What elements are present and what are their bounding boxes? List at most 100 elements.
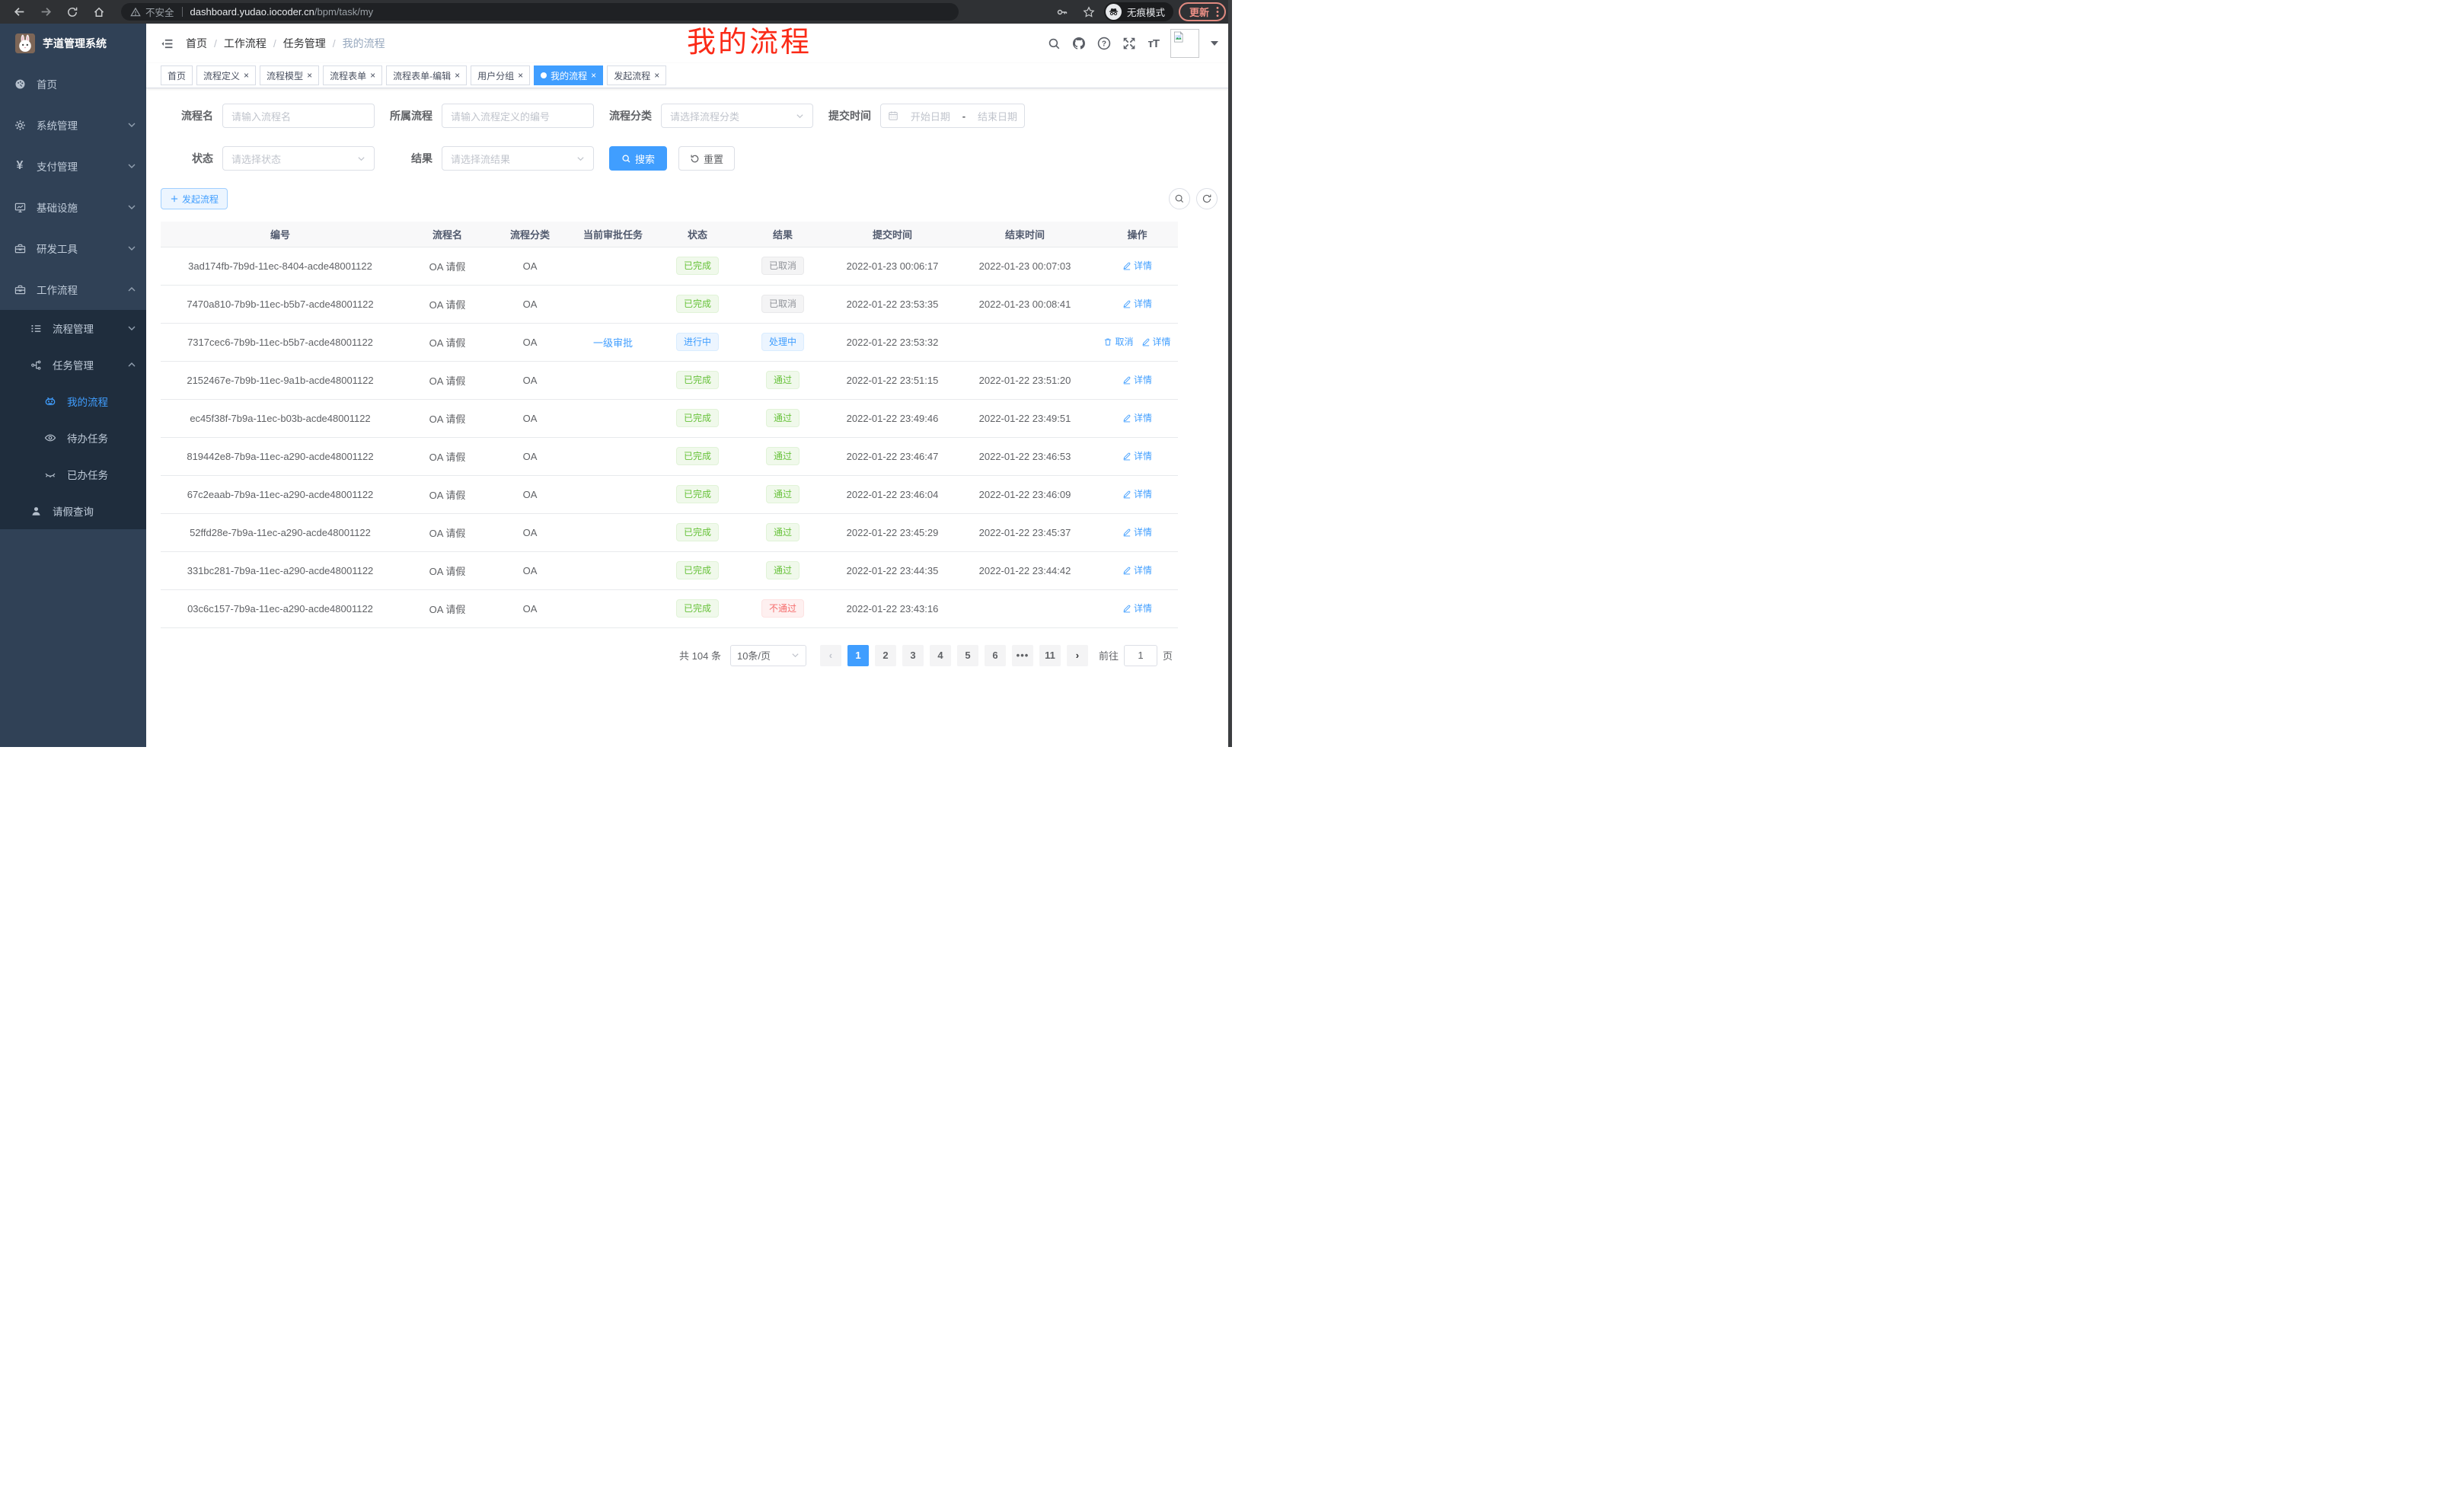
detail-action[interactable]: 详情 [1122, 525, 1152, 538]
cancel-action[interactable]: 取消 [1103, 335, 1133, 348]
avatar-caret-icon[interactable] [1211, 41, 1218, 46]
browser-update-button[interactable]: 更新 [1179, 2, 1226, 21]
task-link[interactable]: 一级审批 [593, 337, 633, 349]
status-filter-select[interactable]: 请选择状态 [222, 146, 375, 171]
sidebar-item-流程管理[interactable]: 流程管理 [0, 310, 146, 346]
name-filter-input[interactable]: 请输入流程名 [222, 104, 375, 128]
header-search-icon[interactable] [1048, 37, 1061, 50]
search-button[interactable]: 搜索 [609, 146, 667, 171]
close-icon[interactable]: × [455, 71, 460, 80]
status-badge: 已完成 [676, 447, 719, 465]
cell-end-time: 2022-01-23 00:07:03 [953, 247, 1096, 285]
tab-我的流程[interactable]: 我的流程 × [534, 65, 603, 85]
refresh-table-button[interactable] [1196, 188, 1218, 209]
detail-action[interactable]: 详情 [1122, 487, 1152, 500]
sidebar-item-请假查询[interactable]: 请假查询 [0, 493, 146, 529]
table-row: 331bc281-7b9a-11ec-a290-acde48001122 OA … [161, 551, 1178, 589]
sidebar-item-支付管理[interactable]: ¥ 支付管理 [0, 145, 146, 187]
page-button-1[interactable]: 1 [847, 645, 869, 666]
fullscreen-icon[interactable] [1122, 37, 1136, 50]
detail-action[interactable]: 详情 [1122, 259, 1152, 272]
github-icon[interactable] [1072, 37, 1086, 50]
goto-page-input[interactable]: 1 [1124, 645, 1157, 666]
close-icon[interactable]: × [591, 71, 596, 80]
time-range-picker[interactable]: 开始日期 - 结束日期 [880, 104, 1025, 128]
tab-首页[interactable]: 首页 [161, 65, 193, 85]
toggle-search-button[interactable] [1169, 188, 1190, 209]
security-indicator[interactable]: 不安全 [130, 5, 174, 19]
result-badge: 已取消 [761, 257, 804, 275]
create-process-button[interactable]: 发起流程 [161, 188, 228, 209]
cell-end-time: 2022-01-22 23:46:53 [953, 437, 1096, 475]
search-icon [621, 154, 631, 164]
edit-icon [1122, 452, 1131, 461]
chevron-down-icon [127, 203, 136, 212]
prev-page-button[interactable]: ‹ [820, 645, 841, 666]
sidebar-item-工作流程[interactable]: 工作流程 [0, 269, 146, 310]
sidebar-item-研发工具[interactable]: 研发工具 [0, 228, 146, 269]
sidebar-item-我的流程[interactable]: 我的流程 [0, 383, 146, 420]
detail-action[interactable]: 详情 [1122, 449, 1152, 462]
sidebar-item-系统管理[interactable]: 系统管理 [0, 104, 146, 145]
close-icon[interactable]: × [518, 71, 523, 80]
sidebar-item-基础设施[interactable]: 基础设施 [0, 187, 146, 228]
close-icon[interactable]: × [307, 71, 312, 80]
page-size-select[interactable]: 10条/页 [730, 645, 806, 666]
help-icon[interactable]: ? [1097, 37, 1111, 50]
sidebar-logo[interactable]: 芋道管理系统 [0, 24, 146, 63]
page-button-11[interactable]: 11 [1039, 645, 1061, 666]
sidebar-item-任务管理[interactable]: 任务管理 [0, 346, 146, 383]
sidebar-item-首页[interactable]: 首页 [0, 63, 146, 104]
process-table: 编号流程名流程分类当前审批任务状态结果提交时间结束时间操作 3ad174fb-7… [161, 222, 1178, 628]
address-bar[interactable]: 不安全 dashboard.yudao.iocoder.cn/bpm/task/… [121, 3, 959, 21]
cell-id: 52ffd28e-7b9a-11ec-a290-acde48001122 [161, 513, 400, 551]
tab-流程表单[interactable]: 流程表单 × [323, 65, 382, 85]
chevron-down-icon [127, 120, 136, 129]
tab-用户分组[interactable]: 用户分组 × [471, 65, 530, 85]
detail-action[interactable]: 详情 [1141, 335, 1171, 348]
cell-submit-time: 2022-01-22 23:51:15 [831, 361, 953, 399]
page-button-4[interactable]: 4 [930, 645, 951, 666]
font-size-icon[interactable]: тT [1147, 37, 1159, 50]
result-filter-select[interactable]: 请选择流结果 [442, 146, 594, 171]
browser-home-icon[interactable] [89, 2, 109, 22]
page-button-3[interactable]: 3 [902, 645, 924, 666]
tab-流程表单-编辑[interactable]: 流程表单-编辑 × [386, 65, 467, 85]
next-page-button[interactable]: › [1067, 645, 1088, 666]
tab-流程模型[interactable]: 流程模型 × [260, 65, 319, 85]
detail-action[interactable]: 详情 [1122, 373, 1152, 386]
page-ellipsis[interactable]: ••• [1012, 645, 1033, 666]
cell-name: OA 请假 [400, 589, 495, 627]
window-scrollbar[interactable] [1228, 0, 1232, 747]
content: 流程名 请输入流程名 所属流程 请输入流程定义的编号 流程分类 请选择流程分类 [146, 88, 1232, 747]
avatar[interactable] [1170, 29, 1199, 58]
detail-action[interactable]: 详情 [1122, 411, 1152, 424]
cell-name: OA 请假 [400, 475, 495, 513]
chevron-down-icon [576, 155, 585, 163]
browser-reload-icon[interactable] [62, 2, 82, 22]
page-button-2[interactable]: 2 [875, 645, 896, 666]
bookmark-star-icon[interactable] [1079, 2, 1099, 22]
close-icon[interactable]: × [244, 71, 249, 80]
browser-back-icon[interactable] [9, 2, 29, 22]
sidebar-item-待办任务[interactable]: 待办任务 [0, 420, 146, 456]
sidebar-toggle-icon[interactable] [161, 37, 174, 50]
close-icon[interactable]: × [654, 71, 659, 80]
tab-流程定义[interactable]: 流程定义 × [196, 65, 256, 85]
detail-action[interactable]: 详情 [1122, 563, 1152, 576]
category-filter-select[interactable]: 请选择流程分类 [661, 104, 813, 128]
page-button-6[interactable]: 6 [985, 645, 1006, 666]
process-filter-input[interactable]: 请输入流程定义的编号 [442, 104, 594, 128]
tab-发起流程[interactable]: 发起流程 × [607, 65, 666, 85]
status-badge: 已完成 [676, 295, 719, 313]
detail-action[interactable]: 详情 [1122, 602, 1152, 615]
result-badge: 通过 [766, 371, 800, 389]
browser-forward-icon[interactable] [36, 2, 56, 22]
password-key-icon[interactable] [1052, 2, 1072, 22]
sidebar-item-已办任务[interactable]: 已办任务 [0, 456, 146, 493]
detail-action[interactable]: 详情 [1122, 297, 1152, 310]
close-icon[interactable]: × [370, 71, 375, 80]
page-button-5[interactable]: 5 [957, 645, 978, 666]
reset-button[interactable]: 重置 [678, 146, 735, 171]
breadcrumb-home[interactable]: 首页 [186, 36, 207, 51]
